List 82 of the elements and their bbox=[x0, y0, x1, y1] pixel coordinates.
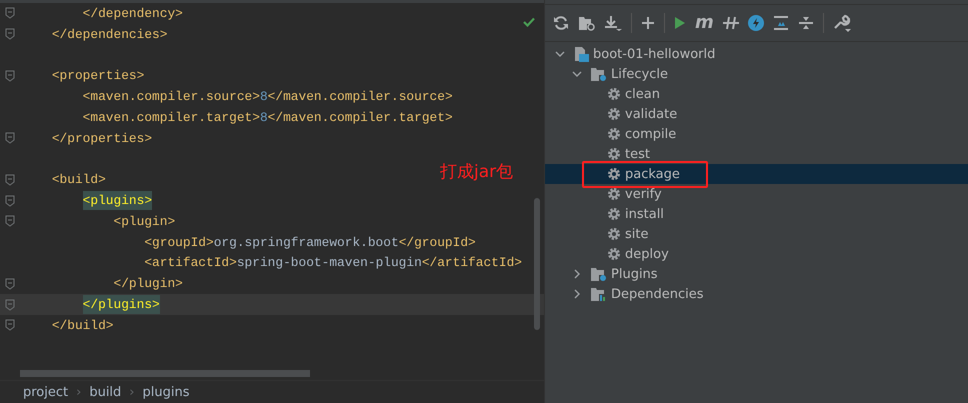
tree-item[interactable]: package bbox=[625, 166, 680, 182]
fold-marker-icon[interactable] bbox=[4, 7, 14, 20]
wrench-icon[interactable] bbox=[832, 14, 851, 32]
scrollbar-thumb[interactable] bbox=[534, 198, 540, 330]
fold-marker-icon[interactable] bbox=[4, 28, 14, 40]
gear-icon bbox=[607, 227, 621, 241]
tree-item[interactable]: Plugins bbox=[611, 266, 658, 282]
gear-icon bbox=[607, 167, 621, 181]
add-icon[interactable] bbox=[641, 16, 655, 30]
tree-item[interactable]: Dependencies bbox=[611, 286, 704, 302]
tree-item[interactable]: install bbox=[625, 206, 664, 222]
chevron-icon[interactable] bbox=[572, 69, 582, 79]
gear-icon bbox=[607, 127, 621, 141]
tree-item[interactable]: Lifecycle bbox=[611, 66, 668, 82]
annotation-text: 打成jar包 bbox=[440, 161, 514, 183]
gear-icon bbox=[607, 87, 621, 101]
fold-marker-icon[interactable] bbox=[4, 194, 14, 207]
tree-item[interactable]: site bbox=[625, 226, 648, 242]
tree-item[interactable]: test bbox=[625, 146, 650, 162]
xml-tag: </groupId> bbox=[398, 234, 476, 250]
fold-marker-icon[interactable] bbox=[4, 319, 14, 332]
collapse-all-icon[interactable] bbox=[798, 16, 814, 30]
matched-xml-tag: </plugins> bbox=[82, 295, 160, 314]
xml-tag: <maven.compiler.source> bbox=[82, 89, 260, 104]
download-icon[interactable] bbox=[604, 15, 622, 31]
gear-icon bbox=[607, 247, 621, 261]
folder-chart-icon bbox=[590, 286, 607, 302]
maven-module-icon bbox=[573, 46, 589, 62]
chevron-icon[interactable] bbox=[555, 49, 565, 59]
text-value: spring-boot-maven-plugin bbox=[236, 255, 422, 270]
xml-tag: <maven.compiler.target> bbox=[82, 110, 260, 125]
tree-item[interactable]: validate bbox=[625, 106, 678, 122]
xml-tag: </dependency> bbox=[82, 6, 183, 21]
breadcrumb-item[interactable]: plugins bbox=[142, 384, 190, 400]
text-value: org.springframework.boot bbox=[214, 234, 399, 250]
folder-gear-icon bbox=[590, 266, 607, 282]
breadcrumb-item[interactable]: build bbox=[89, 384, 122, 400]
fold-marker-icon[interactable] bbox=[4, 215, 14, 228]
maven-button[interactable]: m bbox=[695, 15, 714, 31]
xml-tag: </artifactId> bbox=[422, 255, 522, 270]
xml-tag: </maven.compiler.target> bbox=[268, 110, 453, 125]
fold-marker-icon[interactable] bbox=[4, 278, 14, 290]
lightning-icon[interactable] bbox=[748, 15, 764, 31]
xml-tag: </maven.compiler.source> bbox=[268, 89, 453, 104]
gear-icon bbox=[607, 187, 621, 201]
refresh-icon[interactable] bbox=[553, 15, 569, 31]
fold-marker-icon[interactable] bbox=[4, 132, 14, 144]
xml-tag: </properties> bbox=[52, 130, 152, 146]
tree-item[interactable]: deploy bbox=[625, 246, 669, 262]
matched-xml-tag: <plugins> bbox=[82, 191, 152, 210]
folder-gear-icon bbox=[590, 66, 607, 82]
number-value: 8 bbox=[260, 89, 268, 104]
gear-icon bbox=[607, 207, 621, 221]
number-value: 8 bbox=[260, 110, 268, 125]
xml-tag: <groupId> bbox=[144, 234, 214, 250]
check-icon bbox=[523, 17, 535, 27]
fold-marker-icon[interactable] bbox=[4, 70, 14, 82]
toggle-offline-icon[interactable] bbox=[722, 16, 739, 30]
tree-item[interactable]: boot-01-helloworld bbox=[593, 46, 716, 62]
xml-tag: </plugin> bbox=[114, 276, 183, 292]
folder-refresh-icon[interactable] bbox=[578, 15, 595, 31]
run-icon[interactable] bbox=[674, 16, 686, 30]
scrollbar-thumb[interactable] bbox=[20, 370, 310, 377]
xml-tag: <artifactId> bbox=[144, 255, 237, 270]
tree-item[interactable]: clean bbox=[625, 86, 660, 102]
breadcrumb-separator: › bbox=[129, 384, 134, 400]
tree-item[interactable]: verify bbox=[625, 186, 662, 202]
tree-item[interactable]: compile bbox=[625, 126, 676, 142]
chevron-icon[interactable] bbox=[572, 269, 582, 279]
gear-icon bbox=[607, 147, 621, 161]
expand-all-icon[interactable] bbox=[772, 16, 789, 30]
gear-icon bbox=[607, 107, 621, 121]
xml-tag: </dependencies> bbox=[52, 26, 168, 42]
xml-tag: <build> bbox=[52, 172, 106, 188]
fold-marker-icon[interactable] bbox=[4, 174, 14, 186]
xml-tag: <plugin> bbox=[114, 214, 176, 229]
breadcrumb-separator: › bbox=[76, 384, 82, 400]
xml-tag: <properties> bbox=[52, 68, 144, 84]
fold-marker-icon[interactable] bbox=[4, 298, 14, 311]
xml-tag: </build> bbox=[52, 318, 114, 333]
breadcrumb-item[interactable]: project bbox=[23, 384, 68, 400]
chevron-icon[interactable] bbox=[572, 289, 582, 299]
